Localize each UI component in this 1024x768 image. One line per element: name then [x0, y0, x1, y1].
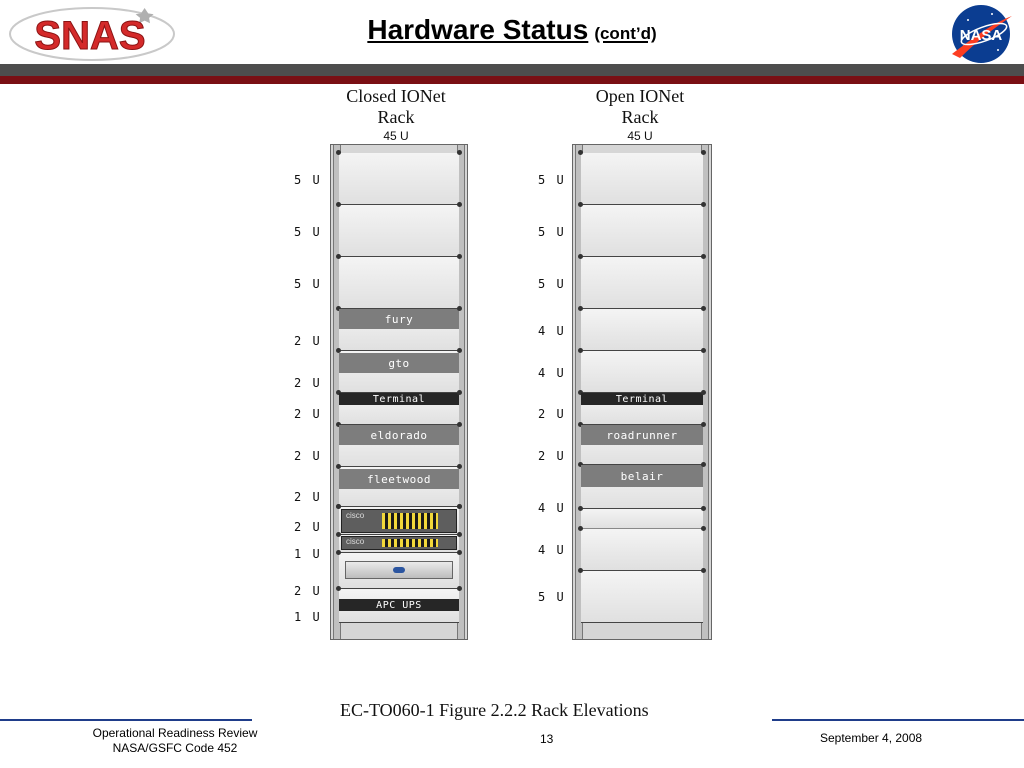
closed-rack: fury gto Terminal eldorado fleetwood cis… [330, 144, 468, 640]
device-label: belair [581, 465, 703, 487]
device-label: Terminal [581, 393, 703, 405]
open-rack: Terminal roadrunner belair [572, 144, 712, 640]
u-label: 5 U [294, 173, 322, 187]
u-label: 4 U [538, 366, 566, 380]
rack-slot [578, 568, 706, 623]
footer-rule-left [0, 719, 252, 721]
u-label: 2 U [538, 449, 566, 463]
device-label: roadrunner [581, 425, 703, 445]
rack-slot-server [336, 550, 462, 589]
u-label: 2 U [294, 449, 322, 463]
rack-slot [578, 254, 706, 309]
footer-date: September 4, 2008 [820, 731, 923, 745]
figure-caption: EC-TO060-1 Figure 2.2.2 Rack Elevations [340, 700, 649, 720]
device-label: Terminal [339, 393, 459, 405]
rack-slot-cisco-2u: cisco [336, 504, 462, 535]
open-rack-title: Open IONet Rack [595, 86, 685, 127]
rack-slot-gto: gto [336, 348, 462, 393]
slide-title: Hardware Status (cont’d) [0, 14, 1024, 46]
u-label: 2 U [538, 407, 566, 421]
u-label: 2 U [294, 407, 322, 421]
rack-slot-fury: fury [336, 306, 462, 351]
rack-slot [578, 202, 706, 257]
closed-rack-size: 45 U [383, 129, 409, 143]
u-label: 4 U [538, 543, 566, 557]
cisco-switch: cisco [341, 536, 457, 550]
title-sub: (cont’d) [594, 24, 657, 43]
u-label: 5 U [538, 277, 566, 291]
device-label: eldorado [339, 425, 459, 445]
u-label: 4 U [538, 501, 566, 515]
device-label: gto [339, 353, 459, 373]
rack-slot-belair: belair [578, 462, 706, 509]
u-label: 2 U [294, 520, 322, 534]
server-unit [345, 561, 453, 579]
footer-rule-right [772, 719, 1024, 721]
rack-slot-roadrunner: roadrunner [578, 422, 706, 465]
header-red-bar [0, 76, 1024, 84]
u-label: 5 U [294, 225, 322, 239]
open-rack-size: 45 U [627, 129, 653, 143]
page-number: 13 [540, 732, 554, 746]
u-label: 2 U [294, 376, 322, 390]
nasa-meatball-logo: NASA [952, 5, 1012, 63]
rack-slot-terminal: Terminal [336, 390, 462, 425]
header-grey-bar [0, 64, 1024, 76]
u-label: 5 U [538, 225, 566, 239]
rack-slot-cisco-1u: cisco [336, 532, 462, 553]
device-label: fury [339, 309, 459, 329]
rack-slot-eldorado: eldorado [336, 422, 462, 467]
u-label: 2 U [294, 334, 322, 348]
rack-slot [336, 150, 462, 205]
rack-slot-ups: APC UPS [336, 586, 462, 623]
rack-slot-fleetwood: fleetwood [336, 464, 462, 507]
rack-slot [578, 348, 706, 393]
u-label: 2 U [294, 584, 322, 598]
u-label: 1 U [294, 610, 322, 624]
u-label: 5 U [538, 173, 566, 187]
device-label: APC UPS [339, 599, 459, 611]
title-main: Hardware Status [367, 14, 589, 45]
rack-slot [578, 526, 706, 571]
rack-slot [578, 306, 706, 351]
rack-slot [336, 254, 462, 309]
server-knob [393, 567, 405, 573]
u-label: 4 U [538, 324, 566, 338]
rack-slot-terminal: Terminal [578, 390, 706, 425]
rack-slot [578, 506, 706, 529]
u-label: 2 U [294, 490, 322, 504]
u-label: 5 U [538, 590, 566, 604]
rack-slot [578, 150, 706, 205]
u-label: 5 U [294, 277, 322, 291]
closed-rack-title: Closed IONet Rack [346, 86, 446, 127]
rack-slot [336, 202, 462, 257]
footer-review-info: Operational Readiness Review NASA/GSFC C… [92, 726, 258, 755]
nasa-logo-text: NASA [960, 27, 1003, 44]
u-label: 1 U [294, 547, 322, 561]
cisco-switch: cisco [341, 509, 457, 533]
device-label: fleetwood [339, 469, 459, 489]
